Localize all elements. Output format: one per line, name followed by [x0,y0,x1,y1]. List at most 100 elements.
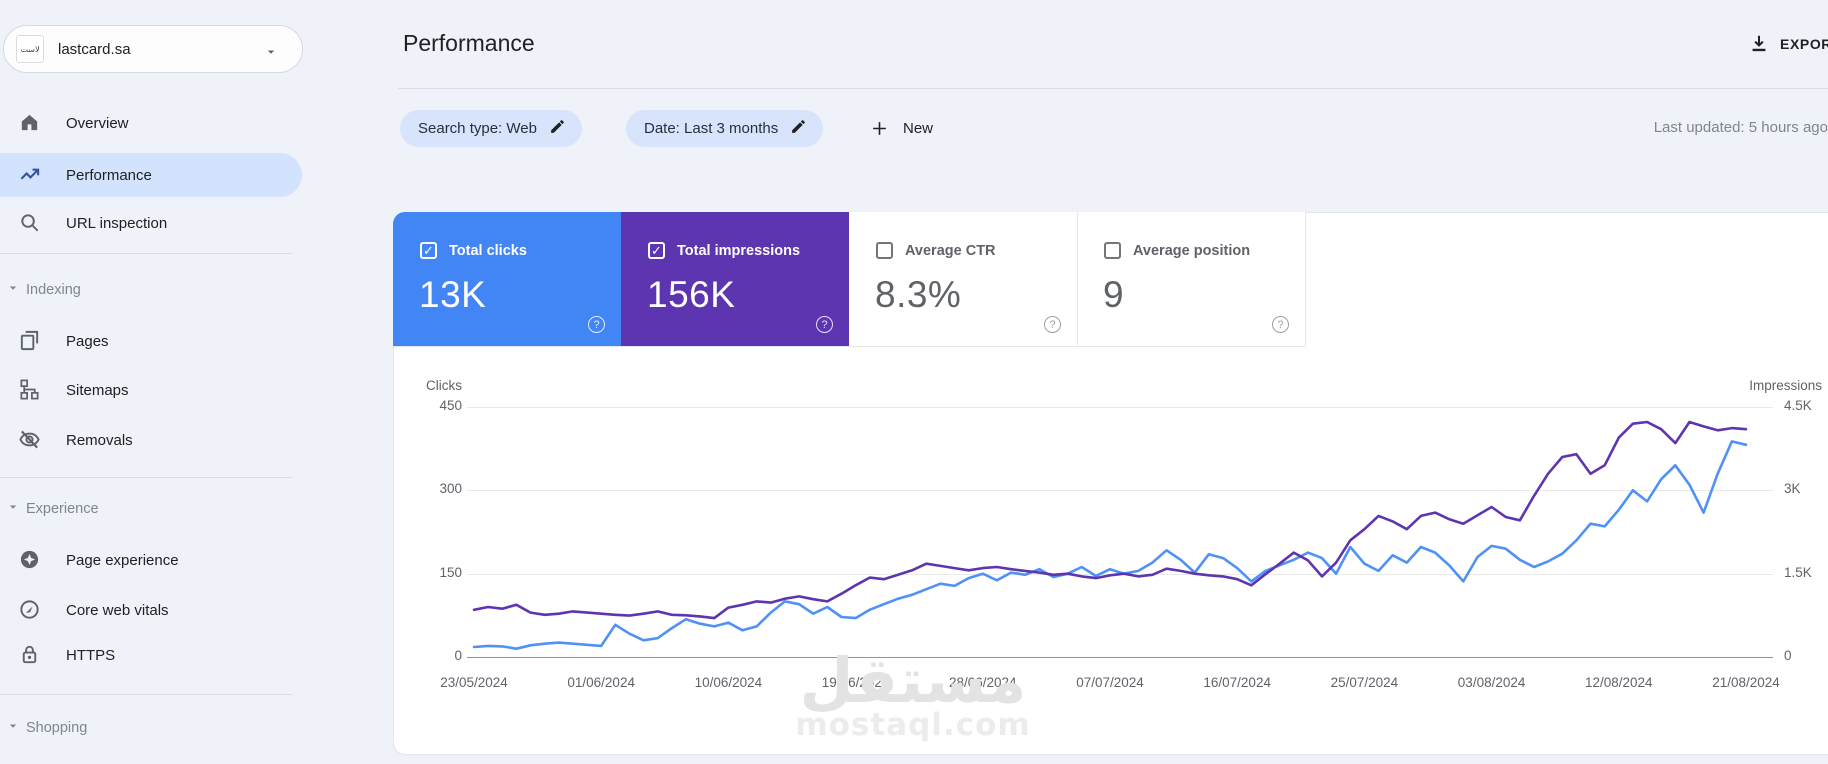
home-icon [21,114,38,131]
sitemaps-icon [20,379,39,400]
right-axis-tick: 0 [1784,648,1792,663]
chevron-down-icon [267,50,275,54]
sidebar-item-label: Pages [66,332,109,350]
pencil-icon [792,119,806,133]
x-axis-line [467,657,1773,658]
card-separator [1077,212,1078,346]
sidebar-item-label: Removals [66,431,133,449]
sidebar-section-label: Shopping [26,720,88,736]
filter-chip-label: Search type: Web [418,120,537,137]
sidebar-item-url-inspection[interactable]: URL inspection [0,201,302,245]
edit-filter-button[interactable] [790,118,807,140]
help-icon[interactable]: ? [1044,316,1061,333]
sidebar-item-label: Overview [66,114,129,132]
metric-value: 156K [647,274,736,315]
gridline [467,490,1773,492]
sidebar-item-sitemaps[interactable]: Sitemaps [0,368,302,412]
right-axis-title: Impressions [1749,378,1822,393]
metric-value: 9 [1103,274,1125,315]
metric-value: 8.3% [875,274,962,315]
header-divider [398,88,1828,89]
x-axis-date-label: 10/06/2024 [694,675,763,690]
https-icon [22,645,37,664]
metric-checkbox[interactable]: ✓ [648,242,665,259]
sidebar-item-https[interactable]: HTTPS [0,633,302,677]
export-label: EXPORT [1780,36,1828,52]
metric-card-total-impressions[interactable]: ✓ Total impressions 156K ? [621,212,849,346]
sidebar-item-label: HTTPS [66,646,116,664]
x-axis-date-label: 16/07/2024 [1203,675,1271,690]
performance-icon [20,168,40,180]
sidebar-item-label: Page experience [66,551,179,569]
filter-chip[interactable]: Search type: Web [400,110,582,147]
metric-label: Total clicks [449,242,527,259]
x-axis-date-label: 12/08/2024 [1585,675,1653,690]
property-name: lastcard.sa [58,40,131,58]
metric-card-average-ctr[interactable]: Average CTR 8.3% ? [849,212,1077,346]
page-experience-icon [20,550,39,569]
sidebar-item-performance[interactable]: Performance [0,153,302,197]
right-axis-tick: 1.5K [1784,564,1812,580]
edit-filter-button[interactable] [549,118,566,140]
left-axis-tick: 150 [439,564,462,580]
metric-card-average-position[interactable]: Average position 9 ? [1077,212,1305,346]
property-logo: لاست [16,35,44,63]
new-filter-button[interactable]: New [860,110,943,147]
left-axis-tick: 450 [439,398,462,413]
metric-label: Average CTR [905,242,996,259]
download-icon [1752,35,1766,52]
gridline [467,573,1773,575]
metric-value: 13K [419,274,487,315]
sidebar-section-indexing[interactable]: Indexing [0,275,302,305]
property-selector[interactable]: لاست lastcard.sa [3,25,303,73]
left-axis-tick: 0 [454,648,462,663]
core-web-vitals-icon [20,600,39,619]
help-icon[interactable]: ? [1272,316,1289,333]
x-axis-date-label: 01/06/2024 [567,675,635,690]
filter-chip-label: Date: Last 3 months [644,120,779,137]
sidebar-section-label: Indexing [26,282,81,298]
caret-down-icon [9,286,17,290]
pencil-icon [551,119,564,133]
plus-icon [873,122,886,135]
removals-icon [19,430,40,449]
sidebar-item-removals[interactable]: Removals [0,418,302,462]
metric-card-total-clicks[interactable]: ✓ Total clicks 13K ? [393,212,621,346]
sidebar-section-shopping[interactable]: Shopping [0,713,302,743]
metric-label: Total impressions [677,242,801,259]
gridline [467,407,1773,408]
metric-checkbox[interactable] [876,242,893,259]
x-axis-date-label: 03/08/2024 [1457,675,1526,690]
caret-down-icon [9,724,17,728]
sidebar-item-label: Performance [66,166,152,184]
pages-icon [20,330,39,351]
right-axis-tick: 3K [1784,481,1801,497]
help-icon[interactable]: ? [588,316,605,333]
last-updated-text: Last updated: 5 hours ago [1653,119,1828,136]
sidebar-item-page-experience[interactable]: Page experience [0,538,302,582]
filter-chip[interactable]: Date: Last 3 months [626,110,824,147]
sidebar-divider [0,694,292,695]
export-button[interactable]: EXPORT [1748,33,1828,55]
sidebar-section-experience[interactable]: Experience [0,494,302,524]
cards-bottom-border [393,346,1305,347]
sidebar-section-label: Experience [26,501,99,517]
sidebar-item-label: Sitemaps [66,381,129,399]
caret-down-icon [9,505,17,509]
metric-checkbox[interactable]: ✓ [420,242,437,259]
x-axis-date-label: 23/05/2024 [440,675,508,690]
sidebar-divider [0,253,292,254]
sidebar-item-core-web-vitals[interactable]: Core web vitals [0,588,302,632]
x-axis-date-label: 19/06/2024 [821,675,890,690]
x-axis-date-label: 21/08/2024 [1712,675,1780,690]
help-icon[interactable]: ? [816,316,833,333]
sidebar-item-pages[interactable]: Pages [0,319,302,363]
x-axis-date-label: 28/06/2024 [949,675,1017,690]
new-filter-label: New [903,120,934,137]
card-separator [1305,212,1306,346]
left-axis-tick: 300 [439,481,462,497]
left-axis-title: Clicks [426,378,462,393]
metric-checkbox[interactable] [1104,242,1121,259]
sidebar-item-overview[interactable]: Overview [0,101,302,145]
x-axis-date-label: 25/07/2024 [1330,675,1399,690]
